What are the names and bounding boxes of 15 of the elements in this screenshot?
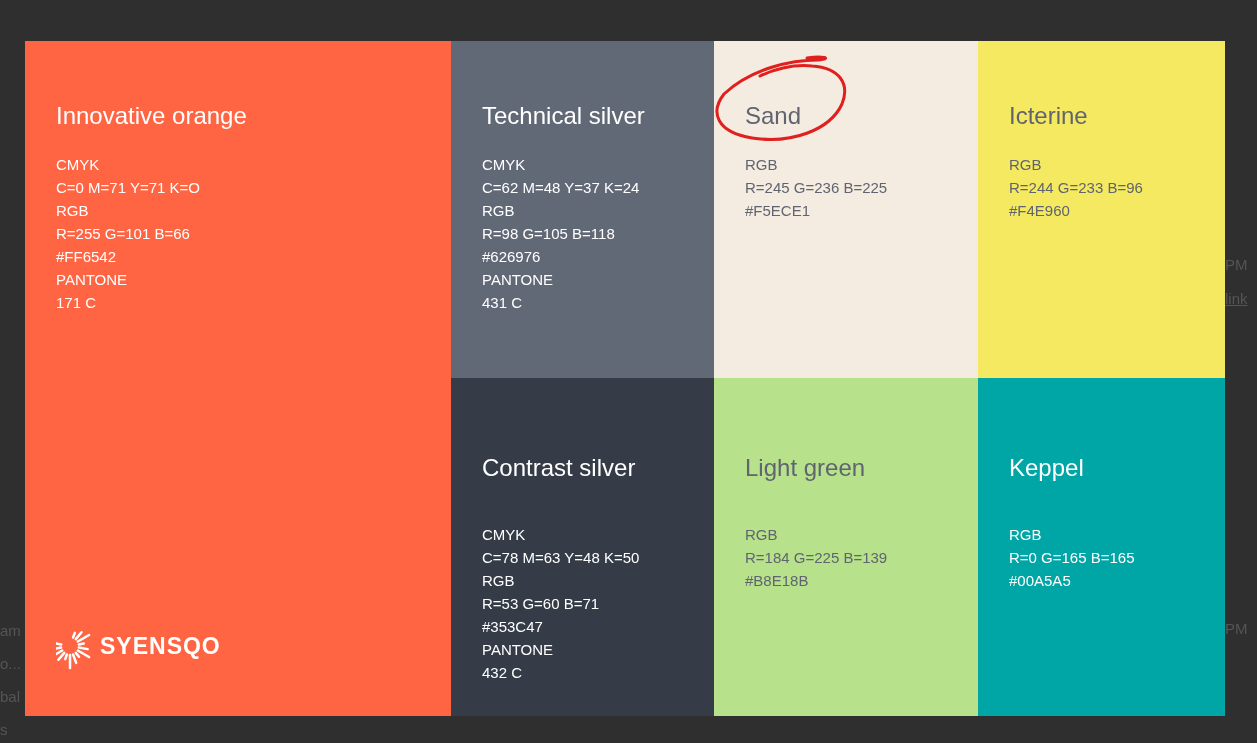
swatch-title: Light green — [745, 453, 866, 483]
swatch-title: Innovative orange — [56, 101, 247, 131]
swatch-title: Contrast silver — [482, 453, 636, 483]
swatch-title: Keppel — [1009, 453, 1084, 483]
color-specs: RGB R=245 G=236 B=225 #F5ECE1 — [745, 155, 889, 221]
logo-wordmark: SYENSQO — [100, 631, 221, 661]
swatch-title: Technical silver — [482, 101, 645, 131]
color-specs: RGB R=244 G=233 B=96 #F4E960 — [1009, 155, 1144, 221]
color-specs: RGB R=184 G=225 B=139 #B8E18B — [745, 525, 889, 591]
color-specs: CMYK C=62 M=48 Y=37 K=24 RGB R=98 G=105 B=118 #626976 PANTONE 431 C — [482, 155, 641, 313]
swatch-title: Icterine — [1009, 101, 1088, 131]
color-specs: CMYK C=78 M=63 Y=48 K=50 RGB R=53 G=60 B=71 #353C47 PANTONE 432 C — [482, 525, 641, 683]
swatch-title: Sand — [745, 101, 802, 131]
color-specs: RGB R=0 G=165 B=165 #00A5A5 — [1009, 525, 1136, 591]
color-specs: CMYK C=0 M=71 Y=71 K=O RGB R=255 G=101 B=66 #FF6542 PANTONE 171 C — [56, 155, 201, 313]
